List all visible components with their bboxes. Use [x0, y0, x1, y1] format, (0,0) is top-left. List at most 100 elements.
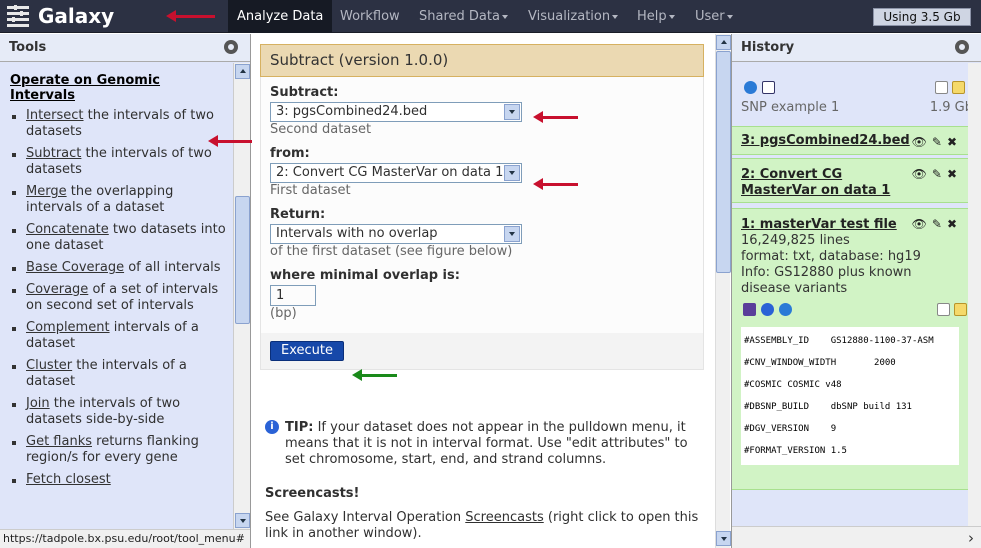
nav-analyze-data[interactable]: Analyze Data	[228, 0, 333, 33]
tool-link[interactable]: Coverage	[26, 282, 88, 297]
tool-form-body: Subtract: 3: pgsCombined24.bed Second da…	[260, 77, 704, 333]
caret-down-icon	[668, 14, 675, 19]
peek-line: #FORMAT_VERSION 1.5	[744, 446, 847, 456]
annotation-arrow	[352, 369, 397, 381]
tool-item-merge: Merge the overlapping intervals of a dat…	[10, 184, 227, 216]
scroll-thumb[interactable]	[716, 51, 731, 273]
browser-status-bar: https://tadpole.bx.psu.edu/root/tool_men…	[0, 529, 250, 548]
pencil-icon[interactable]: ✎	[932, 135, 947, 149]
info-icon[interactable]	[761, 303, 774, 316]
tip-block: i TIP: If your dataset does not appear i…	[265, 420, 705, 468]
gear-icon[interactable]	[224, 40, 238, 54]
center-panel: Subtract (version 1.0.0) Subtract: 3: pg…	[252, 34, 731, 548]
gear-icon[interactable]	[955, 40, 969, 54]
screencasts-pre: See Galaxy Interval Operation	[265, 510, 462, 525]
eye-icon[interactable]: 👁	[912, 135, 932, 149]
annotate-icon[interactable]	[952, 81, 965, 94]
tool-link[interactable]: Concatenate	[26, 222, 109, 237]
tool-desc: of all intervals	[128, 260, 221, 275]
scroll-down-button[interactable]	[716, 531, 731, 546]
tool-link[interactable]: Merge	[26, 184, 67, 199]
tool-link[interactable]: Join	[26, 396, 50, 411]
tip-text: TIP: If your dataset does not appear in …	[265, 420, 705, 468]
tool-link[interactable]: Fetch closest	[26, 472, 111, 487]
peek-line: #DBSNP_BUILD dbSNP build 131	[744, 402, 912, 412]
execute-button[interactable]: Execute	[270, 341, 344, 361]
nav-label: User	[695, 9, 725, 24]
tool-item-cluster: Cluster the intervals of a dataset	[10, 358, 227, 390]
masthead: Galaxy Analyze Data Workflow Shared Data…	[0, 0, 981, 33]
nav-shared-data[interactable]: Shared Data	[410, 0, 517, 33]
pencil-icon[interactable]: ✎	[932, 167, 947, 181]
dataset-title[interactable]: 2: Convert CG MasterVar on data 1	[741, 167, 911, 199]
nav-help[interactable]: Help	[628, 0, 684, 33]
tools-panel-header: Tools	[0, 34, 250, 62]
collapse-icon[interactable]	[762, 81, 775, 94]
min-overlap-input[interactable]: 1	[270, 285, 316, 306]
tool-link[interactable]: Get flanks	[26, 434, 92, 449]
save-icon[interactable]	[743, 303, 756, 316]
tool-link[interactable]: Cluster	[26, 358, 72, 373]
delete-icon[interactable]: ✖	[947, 217, 962, 231]
peek-line: #COSMIC COSMIC v48	[744, 380, 842, 390]
tool-section-title[interactable]: Operate on Genomic Intervals	[10, 73, 227, 103]
history-panel-title: History	[741, 40, 795, 55]
subtract-select[interactable]: 3: pgsCombined24.bed	[270, 102, 522, 122]
screencasts-link[interactable]: Screencasts	[465, 510, 543, 525]
tip-body: If your dataset does not appear in the p…	[285, 420, 688, 467]
annotation-arrow	[166, 10, 215, 22]
caret-down-icon	[612, 14, 619, 19]
tool-desc: the intervals of two datasets side-by-si…	[26, 396, 181, 427]
dataset-peek: #ASSEMBLY_ID GS12880-1100-37-ASM #CNV_WIN…	[741, 327, 959, 465]
dataset-toolbar	[741, 299, 967, 321]
chevron-right-icon[interactable]: ›	[968, 529, 974, 547]
scroll-up-button[interactable]	[716, 35, 731, 50]
tool-link[interactable]: Intersect	[26, 108, 84, 123]
nav-workflow[interactable]: Workflow	[331, 0, 409, 33]
nav-visualization[interactable]: Visualization	[519, 0, 627, 33]
arrow-down-icon	[509, 171, 515, 175]
history-hscrollbar[interactable]: ›	[732, 526, 981, 548]
min-overlap-help: (bp)	[270, 306, 297, 321]
rerun-icon[interactable]	[779, 303, 792, 316]
tag-icon[interactable]	[935, 81, 948, 94]
eye-icon[interactable]: 👁	[912, 167, 932, 181]
dataset-item[interactable]: 3: pgsCombined24.bed 👁✎✖	[732, 126, 968, 155]
history-scrollbar[interactable]	[968, 63, 981, 548]
chevron-down-icon[interactable]	[504, 165, 520, 181]
nav-user[interactable]: User	[686, 0, 742, 33]
dataset-info: Info: GS12880 plus known disease variant…	[741, 265, 912, 296]
refresh-icon[interactable]	[744, 81, 757, 94]
scroll-thumb[interactable]	[235, 196, 250, 324]
annotate-icon[interactable]	[954, 303, 967, 316]
history-name[interactable]: SNP example 1	[741, 100, 839, 115]
dataset-item[interactable]: 2: Convert CG MasterVar on data 1 👁✎✖	[732, 158, 968, 203]
center-scrollbar[interactable]	[715, 34, 731, 548]
screencasts-text: See Galaxy Interval Operation Screencast…	[265, 510, 705, 542]
eye-icon[interactable]: 👁	[912, 217, 932, 231]
info-icon: i	[265, 420, 279, 434]
tool-form: Subtract (version 1.0.0) Subtract: 3: pg…	[260, 44, 704, 370]
tool-link[interactable]: Base Coverage	[26, 260, 124, 275]
from-select[interactable]: 2: Convert CG MasterVar on data 1	[270, 163, 522, 183]
chevron-down-icon[interactable]	[504, 104, 520, 120]
annotation-arrow	[533, 178, 578, 190]
delete-icon[interactable]: ✖	[947, 135, 962, 149]
scroll-down-button[interactable]	[235, 513, 250, 528]
subtract-value: 3: pgsCombined24.bed	[276, 104, 428, 119]
pencil-icon[interactable]: ✎	[932, 217, 947, 231]
tool-link[interactable]: Subtract	[26, 146, 81, 161]
quota-meter[interactable]: Using 3.5 Gb	[873, 8, 971, 26]
tag-icon[interactable]	[937, 303, 950, 316]
dataset-item[interactable]: 1: masterVar test file 👁✎✖ 16,249,825 li…	[732, 208, 968, 490]
delete-icon[interactable]: ✖	[947, 167, 962, 181]
tools-scrollbar[interactable]	[233, 63, 250, 531]
tool-link[interactable]: Complement	[26, 320, 110, 335]
return-select[interactable]: Intervals with no overlap	[270, 224, 522, 244]
scroll-up-button[interactable]	[235, 64, 250, 79]
brand[interactable]: Galaxy	[6, 3, 114, 29]
history-panel-header: History	[732, 34, 981, 62]
chevron-down-icon[interactable]	[504, 226, 520, 242]
nav-label: Help	[637, 9, 667, 24]
tool-item-concatenate: Concatenate two datasets into one datase…	[10, 222, 227, 254]
